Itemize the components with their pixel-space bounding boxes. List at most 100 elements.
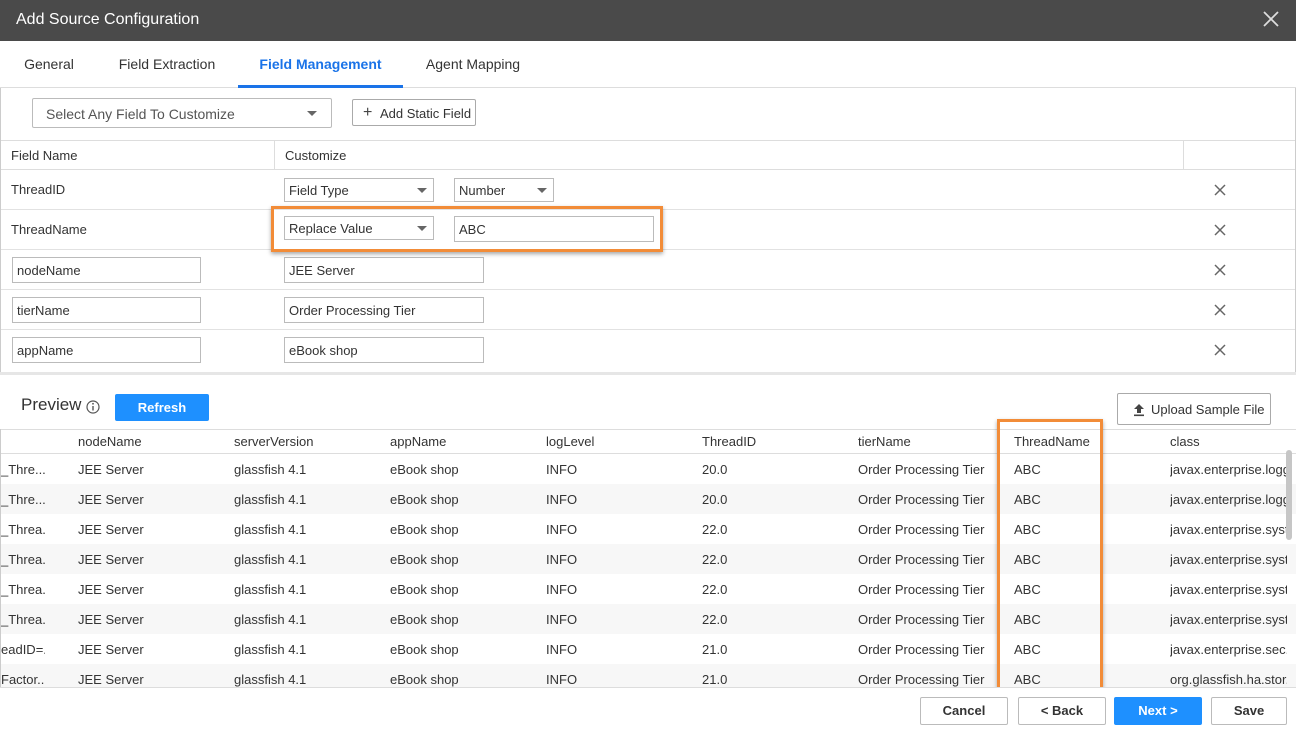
table-cell: eBook shop — [390, 672, 459, 687]
remove-row-icon[interactable] — [1213, 183, 1227, 197]
table-cell: Order Processing Tier — [858, 552, 985, 567]
table-row: _Threa... JEE Server glassfish 4.1 eBook… — [1, 604, 1296, 634]
static-field-value-input[interactable]: eBook shop — [284, 337, 484, 363]
table-cell: ABC — [1014, 492, 1041, 507]
table-cell: Order Processing Tier — [858, 492, 985, 507]
refresh-button[interactable]: Refresh — [115, 394, 209, 421]
table-cell: eBook shop — [390, 462, 459, 477]
table-cell: 20.0 — [702, 492, 728, 507]
table-cell: eBook shop — [390, 552, 459, 567]
preview-table: nodeName serverVersion appName logLevel … — [0, 429, 1296, 687]
static-field-name-input[interactable]: appName — [12, 337, 201, 363]
table-cell: INFO — [546, 642, 578, 657]
field-controls: Select Any Field To Customize + Add Stat… — [0, 88, 1296, 140]
table-cell: glassfish 4.1 — [234, 522, 307, 537]
dialog-footer: Cancel < Back Next > Save — [0, 687, 1296, 736]
table-cell: INFO — [546, 672, 578, 687]
table-cell: JEE Server — [78, 612, 144, 627]
table-cell: 22.0 — [702, 582, 728, 597]
customize-type-dropdown[interactable]: Replace Value — [284, 216, 434, 240]
remove-row-icon[interactable] — [1213, 303, 1227, 317]
table-cell: JEE Server — [78, 582, 144, 597]
table-cell: glassfish 4.1 — [234, 582, 307, 597]
table-cell: 20.0 — [702, 462, 728, 477]
field-type-dropdown[interactable]: Number — [454, 178, 554, 202]
grid-row-threadname: ThreadName Replace Value ABC — [1, 210, 1295, 250]
table-row: _Thre... JEE Server glassfish 4.1 eBook … — [1, 454, 1296, 484]
table-cell: _Thre... — [1, 462, 45, 477]
save-button[interactable]: Save — [1211, 697, 1287, 725]
static-field-name-input[interactable]: nodeName — [12, 257, 201, 283]
tab-field-extraction[interactable]: Field Extraction — [108, 41, 226, 88]
tab-agent-mapping[interactable]: Agent Mapping — [414, 41, 532, 88]
preview-toolbar: Preview Refresh Upload Sample File — [0, 372, 1296, 429]
table-cell: Order Processing Tier — [858, 612, 985, 627]
field-name-label: ThreadName — [11, 222, 87, 237]
remove-row-icon[interactable] — [1213, 343, 1227, 357]
table-cell: eBook shop — [390, 642, 459, 657]
column-header: tierName — [858, 434, 911, 449]
field-name-label: ThreadID — [11, 182, 66, 197]
remove-row-icon[interactable] — [1213, 223, 1227, 237]
cancel-button[interactable]: Cancel — [920, 697, 1008, 725]
remove-row-icon[interactable] — [1213, 263, 1227, 277]
column-header: ThreadName — [1014, 434, 1090, 449]
table-cell: Order Processing Tier — [858, 672, 985, 687]
header-customize: Customize — [285, 148, 347, 163]
add-static-field-button[interactable]: + Add Static Field — [352, 99, 476, 126]
preview-title: Preview — [21, 395, 82, 414]
table-row: Factor... JEE Server glassfish 4.1 eBook… — [1, 664, 1296, 687]
table-cell: INFO — [546, 522, 578, 537]
table-row: _Threa... JEE Server glassfish 4.1 eBook… — [1, 574, 1296, 604]
table-cell: eBook shop — [390, 492, 459, 507]
table-cell: javax.enterprise.syst — [1170, 522, 1287, 537]
table-cell: INFO — [546, 492, 578, 507]
table-cell: _Threa... — [1, 582, 45, 597]
customize-type-dropdown[interactable]: Field Type — [284, 178, 434, 202]
table-cell: JEE Server — [78, 642, 144, 657]
table-cell: Order Processing Tier — [858, 642, 985, 657]
grid-row-tiername: tierName Order Processing Tier — [1, 290, 1295, 330]
add-static-field-label: Add Static Field — [380, 106, 472, 121]
table-cell: INFO — [546, 582, 578, 597]
column-divider — [274, 140, 275, 170]
tab-field-management[interactable]: Field Management — [238, 41, 403, 88]
table-cell: ABC — [1014, 522, 1041, 537]
table-cell: javax.enterprise.syst — [1170, 612, 1287, 627]
replace-value-input[interactable]: ABC — [454, 216, 654, 242]
table-cell: javax.enterprise.sec... — [1170, 642, 1287, 657]
table-cell: glassfish 4.1 — [234, 552, 307, 567]
table-cell: INFO — [546, 612, 578, 627]
table-cell: glassfish 4.1 — [234, 612, 307, 627]
chevron-down-icon — [417, 226, 427, 231]
upload-sample-file-label: Upload Sample File — [1151, 402, 1265, 417]
static-field-value-input[interactable]: Order Processing Tier — [284, 297, 484, 323]
field-select-dropdown[interactable]: Select Any Field To Customize — [32, 98, 332, 128]
table-cell: eBook shop — [390, 582, 459, 597]
tab-general[interactable]: General — [14, 41, 84, 88]
table-cell: glassfish 4.1 — [234, 462, 307, 477]
static-field-name-input[interactable]: tierName — [12, 297, 201, 323]
grid-header: Field Name Customize — [1, 140, 1295, 170]
plus-icon: + — [363, 104, 373, 121]
column-header: logLevel — [546, 434, 595, 449]
table-cell: _Threa... — [1, 612, 45, 627]
info-icon[interactable] — [86, 400, 100, 414]
table-cell: javax.enterprise.logg — [1170, 492, 1287, 507]
table-cell: Order Processing Tier — [858, 582, 985, 597]
table-cell: javax.enterprise.syst — [1170, 582, 1287, 597]
grid-row-nodename: nodeName JEE Server — [1, 250, 1295, 290]
table-cell: javax.enterprise.syst — [1170, 552, 1287, 567]
back-button[interactable]: < Back — [1018, 697, 1106, 725]
table-cell: INFO — [546, 462, 578, 477]
preview-scrollbar[interactable] — [1286, 450, 1292, 540]
close-icon[interactable] — [1260, 8, 1282, 30]
upload-sample-file-button[interactable]: Upload Sample File — [1117, 393, 1271, 425]
header-field-name: Field Name — [11, 148, 78, 163]
next-button[interactable]: Next > — [1114, 697, 1202, 725]
table-cell: Order Processing Tier — [858, 522, 985, 537]
column-divider — [1183, 140, 1184, 170]
table-row: _Thre... JEE Server glassfish 4.1 eBook … — [1, 484, 1296, 514]
dialog-titlebar: Add Source Configuration — [0, 0, 1296, 41]
static-field-value-input[interactable]: JEE Server — [284, 257, 484, 283]
